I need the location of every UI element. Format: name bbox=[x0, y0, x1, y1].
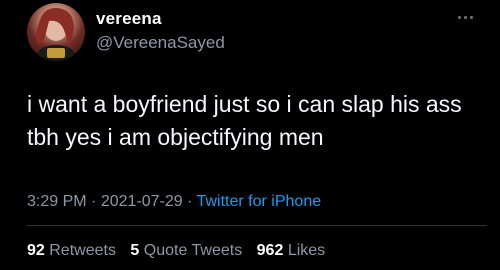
meta-separator: · bbox=[91, 193, 97, 210]
tweet-time[interactable]: 3:29 PM bbox=[27, 193, 87, 210]
user-handle[interactable]: @VereenaSayed bbox=[96, 33, 225, 53]
quote-tweets-count: 5 bbox=[130, 242, 140, 259]
divider bbox=[27, 225, 487, 226]
quote-tweets-label: Quote Tweets bbox=[143, 242, 243, 259]
likes-count: 962 bbox=[256, 242, 284, 259]
meta-separator: · bbox=[187, 193, 193, 210]
retweets-stat[interactable]: 92 Retweets bbox=[27, 242, 116, 259]
quote-tweets-stat[interactable]: 5 Quote Tweets bbox=[130, 242, 242, 259]
engagement-stats: 92 Retweets 5 Quote Tweets 962 Likes bbox=[27, 242, 335, 260]
tweet-meta: 3:29 PM · 2021-07-29 · Twitter for iPhon… bbox=[27, 193, 321, 211]
likes-label: Likes bbox=[287, 242, 326, 259]
tweet-source-link[interactable]: Twitter for iPhone bbox=[197, 193, 322, 210]
likes-stat[interactable]: 962 Likes bbox=[257, 242, 326, 259]
tweet-text: i want a boyfriend just so i can slap hi… bbox=[27, 91, 462, 150]
tweet-card: vereena @VereenaSayed i want a boyfriend… bbox=[0, 0, 500, 270]
avatar[interactable] bbox=[27, 3, 85, 61]
retweets-label: Retweets bbox=[49, 242, 116, 259]
tweet-date[interactable]: 2021-07-29 bbox=[101, 193, 183, 210]
display-name[interactable]: vereena bbox=[96, 9, 162, 29]
more-horizontal-icon[interactable] bbox=[458, 12, 478, 22]
retweets-count: 92 bbox=[27, 242, 45, 259]
